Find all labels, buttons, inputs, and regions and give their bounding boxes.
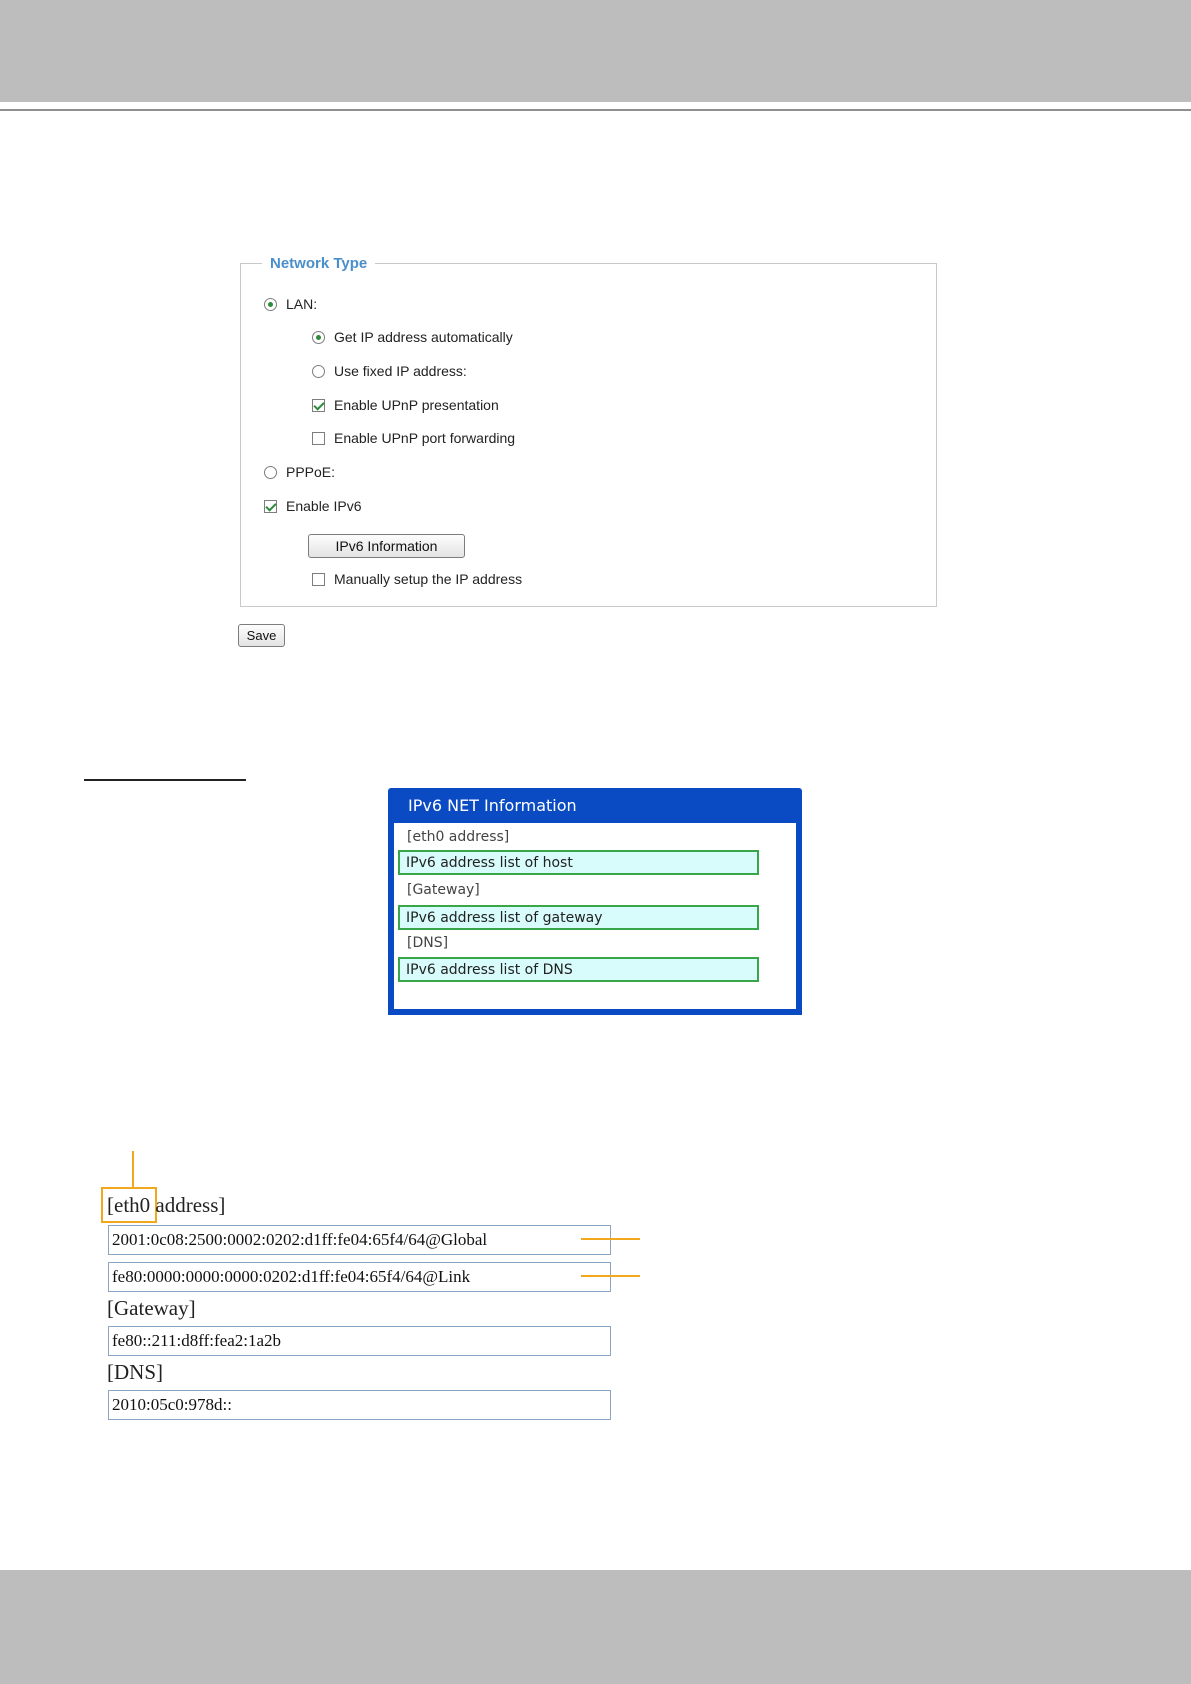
use-fixed-ip-option[interactable]: Use fixed IP address: xyxy=(312,361,467,381)
eth0-address-label: [eth0 address] xyxy=(407,829,510,845)
section-heading-underline xyxy=(84,779,246,781)
network-type-legend: Network Type xyxy=(262,255,376,272)
manual-setup-option[interactable]: Manually setup the IP address xyxy=(312,569,522,589)
upnp-port-forwarding-option[interactable]: Enable UPnP port forwarding xyxy=(312,428,515,448)
lan-label: LAN: xyxy=(286,296,318,312)
upnp-presentation-label: Enable UPnP presentation xyxy=(334,397,499,413)
get-ip-auto-radio[interactable] xyxy=(312,330,325,344)
ipv6-information-button[interactable]: IPv6 Information xyxy=(308,534,465,558)
manual-setup-checkbox[interactable] xyxy=(312,572,325,586)
sample-dns-field: 2010:05c0:978d:: xyxy=(108,1390,611,1420)
eth0-callout-line xyxy=(132,1151,134,1188)
ipv6-info-window-title: IPv6 NET Information xyxy=(408,796,577,815)
sample-eth0-label: [eth0 address] xyxy=(107,1193,226,1217)
page-footer-band xyxy=(0,1570,1191,1684)
upnp-presentation-option[interactable]: Enable UPnP presentation xyxy=(312,395,499,415)
lan-radio[interactable] xyxy=(264,297,277,311)
sample-gateway-field: fe80::211:d8ff:fea2:1a2b xyxy=(108,1326,611,1356)
eth0-address-field: IPv6 address list of host xyxy=(398,850,759,875)
dns-field: IPv6 address list of DNS xyxy=(398,957,759,982)
page-header-band xyxy=(0,0,1191,102)
upnp-presentation-checkbox[interactable] xyxy=(312,398,325,412)
global-address-callout-line xyxy=(581,1238,640,1240)
pppoe-option[interactable]: PPPoE: xyxy=(264,462,335,482)
sample-eth0-link-field: fe80:0000:0000:0000:0202:d1ff:fe04:65f4/… xyxy=(108,1262,611,1292)
sample-gateway-label: [Gateway] xyxy=(107,1296,196,1320)
upnp-port-forwarding-checkbox[interactable] xyxy=(312,431,325,445)
header-divider xyxy=(0,109,1191,111)
upnp-port-forwarding-label: Enable UPnP port forwarding xyxy=(334,430,516,446)
sample-eth0-global-field: 2001:0c08:2500:0002:0202:d1ff:fe04:65f4/… xyxy=(108,1225,611,1255)
gateway-field: IPv6 address list of gateway xyxy=(398,905,759,930)
pppoe-label: PPPoE: xyxy=(286,464,336,480)
save-button[interactable]: Save xyxy=(238,624,285,647)
sample-dns-label: [DNS] xyxy=(107,1360,163,1384)
manual-setup-label: Manually setup the IP address xyxy=(334,571,523,587)
enable-ipv6-option[interactable]: Enable IPv6 xyxy=(264,496,362,516)
get-ip-auto-label: Get IP address automatically xyxy=(334,329,513,345)
get-ip-auto-option[interactable]: Get IP address automatically xyxy=(312,327,513,347)
link-address-callout-line xyxy=(581,1275,640,1277)
enable-ipv6-checkbox[interactable] xyxy=(264,499,277,513)
dns-label: [DNS] xyxy=(407,935,449,951)
pppoe-radio[interactable] xyxy=(264,465,277,479)
lan-option[interactable]: LAN: xyxy=(264,294,317,314)
gateway-label: [Gateway] xyxy=(407,882,480,898)
use-fixed-ip-radio[interactable] xyxy=(312,364,325,378)
use-fixed-ip-label: Use fixed IP address: xyxy=(334,363,467,379)
enable-ipv6-label: Enable IPv6 xyxy=(286,498,362,514)
